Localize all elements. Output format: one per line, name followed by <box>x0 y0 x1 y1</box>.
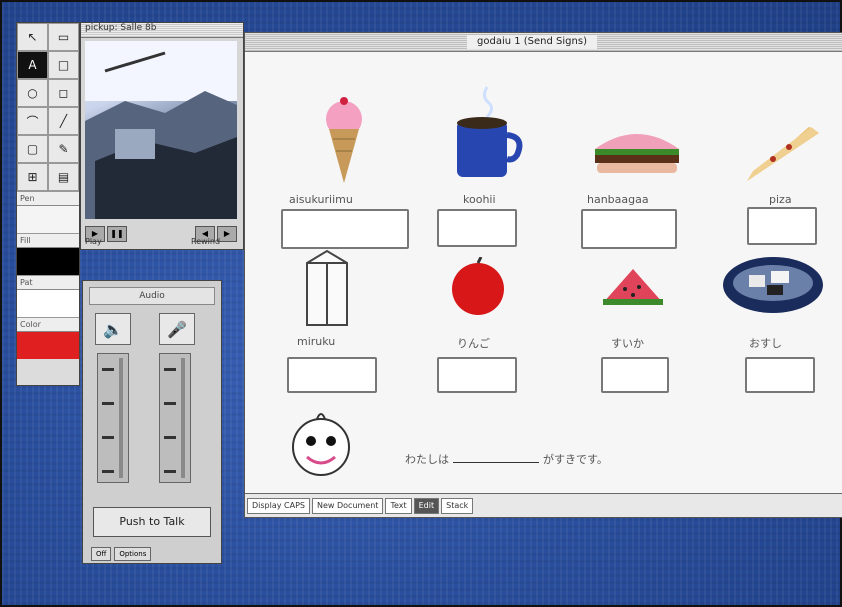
pizza-slice-icon <box>747 127 819 181</box>
vocab-item-apple: りんご <box>437 257 537 397</box>
tab-edit[interactable]: Edit <box>413 498 440 514</box>
hamburger-icon <box>595 134 679 173</box>
color-swatch[interactable] <box>17 331 79 359</box>
pen-swatch-label: Pen <box>17 191 79 205</box>
fill-in-sentence: わたしは がすきです。 <box>405 451 608 467</box>
video-caption-left: Play <box>85 237 102 246</box>
push-to-talk-button[interactable]: Push to Talk <box>93 507 211 537</box>
video-caption-right: Rewind <box>191 237 221 246</box>
color-swatch-label: Color <box>17 317 79 331</box>
arc-tool-button[interactable]: ⌒ <box>17 107 48 135</box>
tab-text[interactable]: Text <box>385 498 412 514</box>
apple-icon <box>452 257 504 315</box>
vocab-label: hanbaagaa <box>587 193 649 206</box>
answer-box[interactable] <box>287 357 377 393</box>
answer-box[interactable] <box>437 209 517 247</box>
vocab-item-hamburger: hanbaagaa <box>581 125 691 255</box>
pause-button[interactable]: ❚❚ <box>107 226 127 242</box>
answer-box[interactable] <box>745 357 815 393</box>
sentence-blank[interactable] <box>453 462 539 463</box>
frame-tool-button[interactable]: ▢ <box>17 135 48 163</box>
select-tool-button[interactable]: ▭ <box>48 23 79 51</box>
pen-swatch[interactable] <box>17 205 79 233</box>
vocab-label: piza <box>769 193 792 206</box>
vocab-item-pizza: piza <box>739 125 829 255</box>
video-scene-icon <box>85 41 237 219</box>
text-tool-button[interactable]: A <box>17 51 48 79</box>
vocab-label: すいか <box>611 337 644 350</box>
arrow-tool-button[interactable]: ↖ <box>17 23 48 51</box>
watermelon-icon <box>603 269 663 305</box>
audio-panel-title: Audio <box>89 287 215 305</box>
sushi-platter-icon <box>723 257 823 313</box>
pattern-swatch-label: Pat <box>17 275 79 289</box>
vocab-item-sushi: おすし <box>721 253 831 397</box>
pattern-swatch[interactable] <box>17 289 79 317</box>
vocab-label: miruku <box>297 335 336 348</box>
lesson-bottom-bar: Display CAPS New Document Text Edit Stac… <box>245 493 842 517</box>
audio-options-button[interactable]: Options <box>114 547 152 561</box>
answer-box[interactable] <box>437 357 517 393</box>
pencil-tool-button[interactable]: ✎ <box>48 135 79 163</box>
audio-off-button[interactable]: Off <box>91 547 112 561</box>
vocab-item-watermelon: すいか <box>601 267 691 397</box>
sentence-left: わたしは <box>405 453 449 466</box>
vocab-label: りんご <box>457 337 490 350</box>
audio-panel: Audio 🔈 🎤 Push to Talk Off Options <box>82 280 222 564</box>
sentence-right: がすきです。 <box>543 453 608 466</box>
video-window: pickup: Salle 8b ▶ ❚❚ ◀ ▶ Play Rewind <box>80 22 244 250</box>
vocab-label: aisukuriimu <box>289 193 353 206</box>
speaker-icon[interactable]: 🔈 <box>95 313 131 345</box>
answer-box[interactable] <box>601 357 669 393</box>
speaker-volume-slider[interactable] <box>97 353 129 483</box>
mic-volume-slider[interactable] <box>159 353 191 483</box>
fill-swatch[interactable] <box>17 247 79 275</box>
fill-swatch-label: Fill <box>17 233 79 247</box>
tool-palette: ↖ ▭ A □ ○ ◻ ⌒ ╱ ▢ ✎ ⊞ ▤ Pen Fill Pat Col… <box>16 22 80 386</box>
vocab-label: おすし <box>749 337 782 350</box>
microphone-icon[interactable]: 🎤 <box>159 313 195 345</box>
oval-tool-button[interactable]: ○ <box>17 79 48 107</box>
pattern-tool-button[interactable]: ▤ <box>48 163 79 191</box>
tab-display-caps[interactable]: Display CAPS <box>247 498 310 514</box>
video-frame <box>85 41 237 219</box>
vocab-item-coffee: koohii <box>437 83 537 253</box>
rectangle-tool-button[interactable]: □ <box>48 51 79 79</box>
lesson-window: godaiu 1 (Send Signs) aisukuriimu koohii <box>244 32 842 518</box>
video-window-title[interactable]: pickup: Salle 8b <box>81 23 243 38</box>
lesson-window-title: godaiu 1 (Send Signs) <box>467 35 597 49</box>
round-rect-tool-button[interactable]: ◻ <box>48 79 79 107</box>
milk-carton-icon <box>306 249 348 326</box>
lesson-titlebar[interactable]: godaiu 1 (Send Signs) <box>245 33 842 52</box>
line-tool-button[interactable]: ╱ <box>48 107 79 135</box>
ice-cream-icon <box>326 97 362 183</box>
vocab-item-milk: miruku <box>287 247 407 397</box>
vocab-item-ice-cream: aisukuriimu <box>281 95 411 255</box>
vocab-label: koohii <box>463 193 496 206</box>
coffee-cup-icon <box>457 86 523 177</box>
tab-stack[interactable]: Stack <box>441 498 474 514</box>
smiley-face-icon <box>292 413 350 476</box>
grid-tool-button[interactable]: ⊞ <box>17 163 48 191</box>
answer-box[interactable] <box>581 209 677 249</box>
tab-new-document[interactable]: New Document <box>312 498 384 514</box>
answer-box[interactable] <box>747 207 817 245</box>
answer-box[interactable] <box>281 209 409 249</box>
